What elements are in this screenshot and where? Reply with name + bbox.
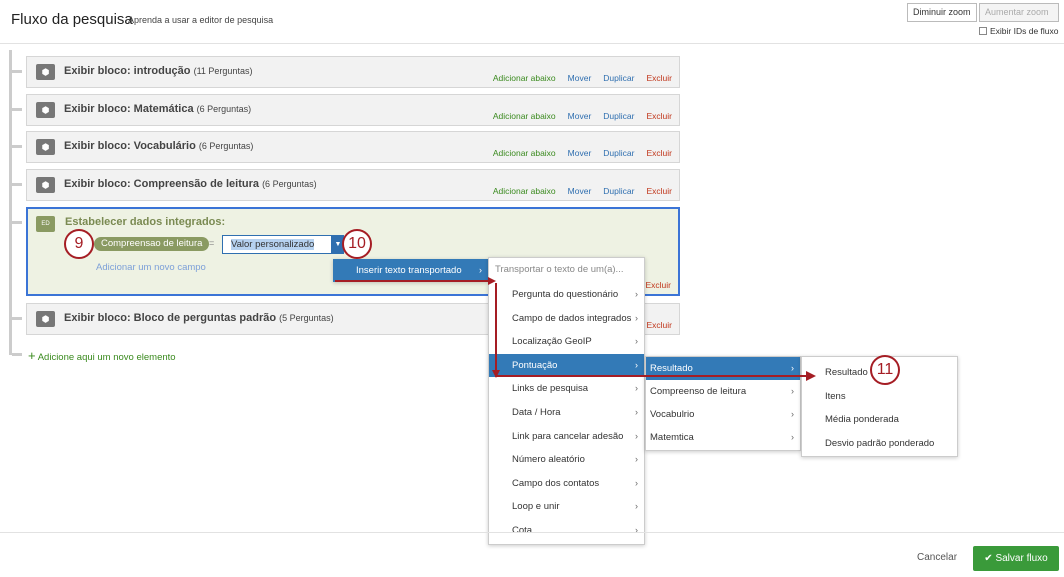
check-icon: ✔	[984, 553, 993, 564]
annotation-9: 9	[64, 229, 94, 259]
save-flow-button[interactable]: ✔ Salvar fluxo	[973, 546, 1059, 571]
footer-divider	[0, 532, 1064, 533]
annotation-arrows	[335, 277, 816, 381]
annotation-11: 11	[870, 355, 900, 385]
save-label: Salvar fluxo	[995, 553, 1048, 564]
annotation-10: 10	[342, 229, 372, 259]
cancel-button[interactable]: Cancelar	[917, 552, 957, 563]
